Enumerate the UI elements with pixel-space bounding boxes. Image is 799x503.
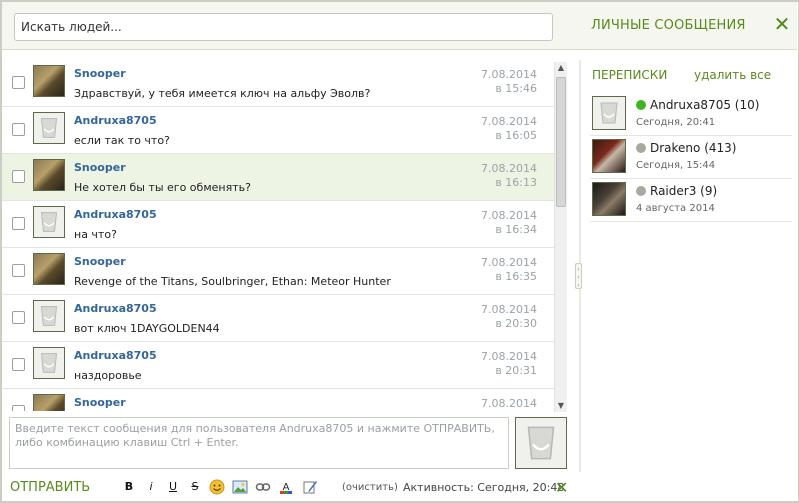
message-timestamp: 7.08.2014 в 16:05 <box>481 115 537 142</box>
conversation-name: Drakeno (413) <box>650 141 737 155</box>
message-timestamp: 7.08.2014 в 15:46 <box>481 68 537 95</box>
message-text: Не хотел бы ты его обменять? <box>74 181 251 194</box>
online-status-icon <box>636 100 646 110</box>
avatar <box>515 417 567 469</box>
avatar[interactable] <box>33 159 65 191</box>
message-checkbox[interactable] <box>12 264 25 277</box>
message-checkbox[interactable] <box>12 217 25 230</box>
message-checkbox[interactable] <box>12 358 25 371</box>
conversations-title: ПЕРЕПИСКИ <box>592 68 668 82</box>
avatar <box>592 96 626 130</box>
message-list-scrollbar[interactable]: ▲ ▼ <box>554 62 567 412</box>
conversation-time: 4 августа 2014 <box>636 203 715 214</box>
sender-name[interactable]: Snooper <box>74 255 126 268</box>
scroll-down-icon[interactable]: ▼ <box>555 400 567 412</box>
underline-button[interactable]: U <box>165 479 181 495</box>
message-checkbox[interactable] <box>12 405 25 411</box>
avatar[interactable] <box>33 347 65 379</box>
send-button[interactable]: ОТПРАВИТЬ <box>10 480 90 495</box>
avatar[interactable] <box>33 300 65 332</box>
bold-button[interactable]: B <box>121 479 137 495</box>
message-timestamp: 7.08.2014 <box>481 397 537 410</box>
header: ЛИЧНЫЕ СООБЩЕНИЯ ✕ <box>2 2 797 50</box>
page-title: ЛИЧНЫЕ СООБЩЕНИЯ <box>591 18 746 33</box>
text-color-icon[interactable]: A <box>278 479 294 495</box>
composer-toolbar: ОТПРАВИТЬ B i U S A (очистить) Активност… <box>2 473 577 501</box>
conversation-time: Сегодня, 15:44 <box>636 160 716 171</box>
close-icon[interactable]: ✕ <box>772 14 792 34</box>
avatar <box>592 182 626 216</box>
message-text: на что? <box>74 228 117 241</box>
conversation-item[interactable]: Raider3 (9) 4 августа 2014 <box>590 179 792 222</box>
link-icon[interactable] <box>255 479 271 495</box>
delete-all-link[interactable]: удалить все <box>694 68 771 82</box>
avatar[interactable] <box>33 206 65 238</box>
avatar[interactable] <box>33 394 65 411</box>
message-checkbox[interactable] <box>12 170 25 183</box>
sender-name[interactable]: Andruxa8705 <box>74 208 157 221</box>
scrollbar-thumb[interactable] <box>556 77 566 207</box>
avatar <box>592 139 626 173</box>
message-timestamp: 7.08.2014 в 20:31 <box>481 350 537 377</box>
edit-icon[interactable] <box>302 479 318 495</box>
avatar[interactable] <box>33 253 65 285</box>
sender-name[interactable]: Snooper <box>74 161 126 174</box>
message-text: наздоровье <box>74 369 142 382</box>
message-checkbox[interactable] <box>12 123 25 136</box>
message-timestamp: 7.08.2014 в 16:35 <box>481 256 537 283</box>
message-text: вот ключ 1DAYGOLDEN44 <box>74 322 220 335</box>
sender-name[interactable]: Andruxa8705 <box>74 114 157 127</box>
message-text: Здравствуй, у тебя имеется ключ на альфу… <box>74 87 371 100</box>
avatar[interactable] <box>33 65 65 97</box>
message-text: если так то что? <box>74 134 170 147</box>
message-timestamp: 7.08.2014 в 16:13 <box>481 162 537 189</box>
activity-status: Активность: Сегодня, 20:48 <box>403 481 565 494</box>
message-checkbox[interactable] <box>12 76 25 89</box>
sender-name[interactable]: Andruxa8705 <box>74 349 157 362</box>
message-list: Snooper Здравствуй, у тебя имеется ключ … <box>2 60 567 411</box>
offline-status-icon <box>636 186 646 196</box>
smiley-icon[interactable] <box>209 479 225 495</box>
message-row: Andruxa8705 на что? 7.08.2014 в 16:34 <box>2 201 567 248</box>
search-input[interactable] <box>14 13 553 41</box>
offline-status-icon <box>636 143 646 153</box>
conversation-name: Raider3 (9) <box>650 184 718 198</box>
message-text: Revenge of the Titans, Soulbringer, Etha… <box>74 275 391 288</box>
conversation-item[interactable]: Andruxa8705 (10) Сегодня, 20:41 <box>590 93 792 136</box>
close-icon[interactable]: ✕ <box>555 478 568 497</box>
strikethrough-button[interactable]: S <box>187 479 203 495</box>
italic-button[interactable]: i <box>143 479 159 495</box>
sender-name[interactable]: Andruxa8705 <box>74 302 157 315</box>
scroll-up-icon[interactable]: ▲ <box>555 62 567 74</box>
message-row: Snooper Не хотел бы ты его обменять? 7.0… <box>2 154 567 201</box>
message-row: Andruxa8705 вот ключ 1DAYGOLDEN44 7.08.2… <box>2 295 567 342</box>
message-row: Snooper Здравствуй, у тебя имеется ключ … <box>2 60 567 107</box>
message-row: Andruxa8705 наздоровье 7.08.2014 в 20:31 <box>2 342 567 389</box>
message-row: Snooper Revenge of the Titans, Soulbring… <box>2 248 567 295</box>
sender-name[interactable]: Snooper <box>74 67 126 80</box>
message-timestamp: 7.08.2014 в 20:30 <box>481 303 537 330</box>
sender-name[interactable]: Snooper <box>74 396 126 409</box>
avatar[interactable] <box>33 112 65 144</box>
resize-handle[interactable]: › › › <box>575 263 582 289</box>
conversation-time: Сегодня, 20:41 <box>636 117 716 128</box>
clear-button[interactable]: (очистить) <box>342 482 398 493</box>
conversation-item[interactable]: Drakeno (413) Сегодня, 15:44 <box>590 136 792 179</box>
message-timestamp: 7.08.2014 в 16:34 <box>481 209 537 236</box>
message-checkbox[interactable] <box>12 311 25 324</box>
message-compose-field[interactable]: Введите текст сообщения для пользователя… <box>9 417 509 469</box>
image-icon[interactable] <box>232 479 248 495</box>
conversation-name: Andruxa8705 (10) <box>650 98 760 112</box>
message-row: Snooper 7.08.2014 <box>2 389 567 411</box>
message-row: Andruxa8705 если так то что? 7.08.2014 в … <box>2 107 567 154</box>
